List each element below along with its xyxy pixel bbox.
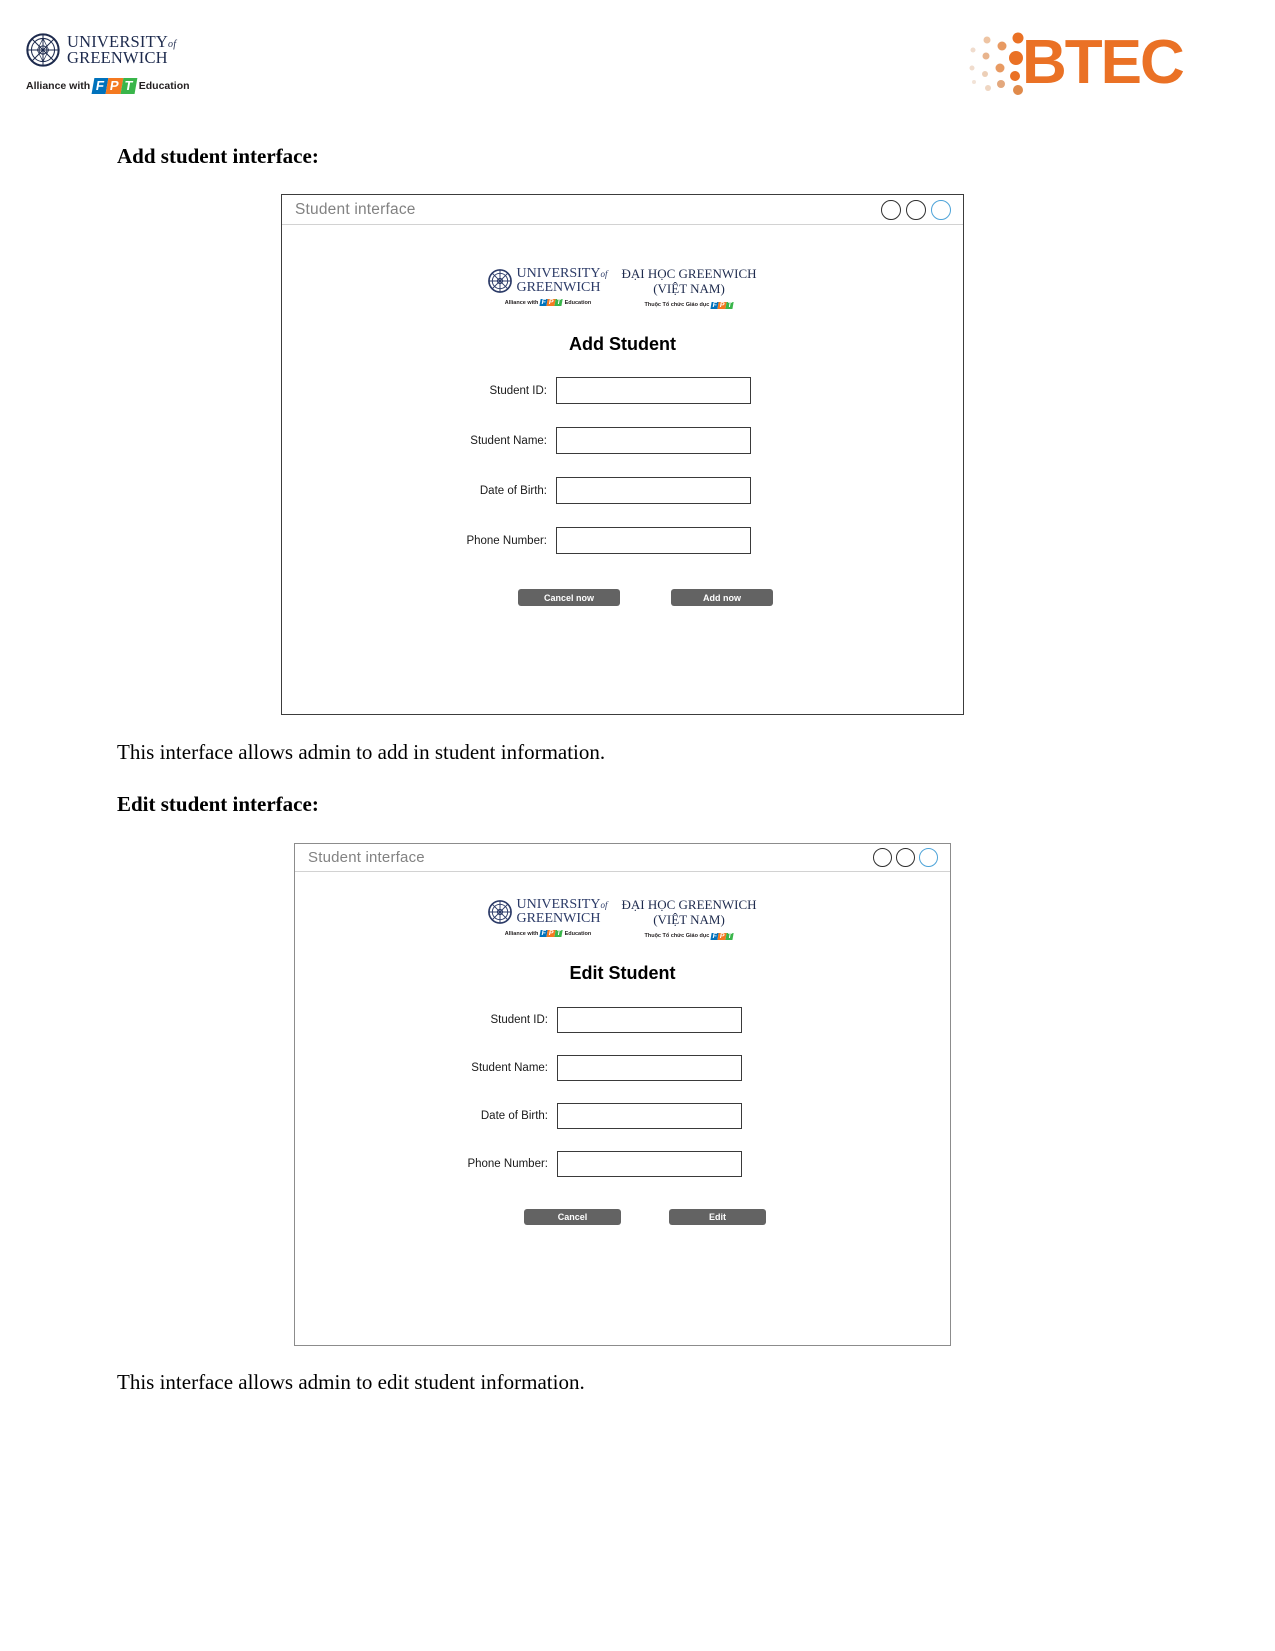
window-body: UNIVERSITYof GREENWICH Alliance with FPT…: [282, 225, 963, 714]
label-student-name: Student Name:: [470, 434, 547, 447]
label-phone-number: Phone Number:: [467, 1158, 548, 1171]
add-now-button[interactable]: Add now: [671, 589, 773, 607]
field-row-date-of-birth: Date of Birth:: [282, 477, 963, 505]
win-uog-line2: GREENWICH: [516, 280, 601, 295]
greenwich-vietnam-brand-header: UNIVERSITYof GREENWICH Alliance with FPT…: [282, 225, 963, 310]
fpt-t: T: [725, 932, 735, 941]
greenwich-vietnam-brand-header: UNIVERSITYof GREENWICH Alliance with FPT…: [295, 872, 950, 941]
label-date-of-birth: Date of Birth:: [480, 1110, 548, 1123]
greenwich-crest-icon: [488, 269, 513, 293]
vn-line2: (VIỆT NAM): [653, 911, 725, 927]
uog-alliance-sub: Alliance with FPT Education: [504, 930, 592, 938]
maximize-circle-icon[interactable]: [896, 848, 915, 867]
field-row-student-id: Student ID:: [282, 377, 963, 405]
uog-brand-block: UNIVERSITYof GREENWICH Alliance with FPT…: [488, 266, 608, 307]
win-alliance-prefix: Alliance with: [504, 299, 539, 306]
vietnam-brand-block: ĐẠI HỌC GREENWICH (VIỆT NAM) Thuộc Tổ ch…: [621, 897, 757, 941]
win-alliance-suffix: Education: [564, 930, 592, 937]
form-title: Add Student: [569, 334, 676, 355]
vn-sub: Thuộc Tổ chức Giáo dục FPT: [621, 932, 756, 941]
input-student-id[interactable]: [557, 1007, 742, 1034]
fpt-logo: FPT: [710, 932, 735, 941]
win-uog-of: of: [600, 269, 608, 279]
window-titlebar: Student interface: [295, 844, 950, 872]
label-student-id: Student ID:: [490, 1014, 548, 1027]
win-uog-line1: UNIVERSITY: [516, 897, 601, 912]
input-student-id[interactable]: [556, 377, 751, 405]
caption-edit-student: This interface allows admin to edit stud…: [117, 1370, 585, 1394]
vn-sub-text: Thuộc Tổ chức Giáo dục: [644, 302, 710, 309]
btec-wordmark: BTEC: [1022, 28, 1185, 97]
field-row-date-of-birth: Date of Birth:: [295, 1103, 950, 1130]
alliance-prefix: Alliance with: [26, 79, 91, 92]
form-actions: Cancel Edit: [295, 1209, 950, 1226]
win-alliance-suffix: Education: [564, 299, 592, 306]
vn-line1: ĐẠI HỌC GREENWICH: [621, 897, 757, 912]
uog-line2: GREENWICH: [67, 48, 168, 67]
uog-of: of: [168, 38, 177, 50]
window-body: UNIVERSITYof GREENWICH Alliance with FPT…: [295, 872, 950, 1345]
uog-alliance-sub: Alliance with FPT Education: [504, 299, 592, 307]
university-of-greenwich-logo: UNIVERSITYof GREENWICH Alliance with FPT…: [26, 33, 226, 94]
page-title-edit-student-interface: Edit student interface:: [117, 792, 319, 816]
form-actions: Cancel now Add now: [282, 589, 963, 607]
label-student-name: Student Name:: [471, 1062, 548, 1075]
fpt-logo: FPT: [91, 78, 138, 94]
window-controls: [869, 848, 938, 867]
minimize-circle-icon[interactable]: [873, 848, 892, 867]
btec-logo: BTEC: [960, 24, 1220, 104]
form-title: Edit Student: [569, 963, 676, 984]
close-circle-icon[interactable]: [919, 848, 938, 867]
field-row-student-name: Student Name:: [282, 427, 963, 455]
input-date-of-birth[interactable]: [557, 1103, 742, 1130]
close-circle-icon[interactable]: [931, 199, 951, 220]
window-titlebar: Student interface: [282, 195, 963, 225]
fpt-t: T: [120, 78, 138, 94]
win-alliance-prefix: Alliance with: [504, 930, 539, 937]
input-date-of-birth[interactable]: [556, 477, 751, 505]
field-row-phone-number: Phone Number:: [295, 1151, 950, 1178]
win-uog-of: of: [600, 900, 608, 910]
field-row-phone-number: Phone Number:: [282, 527, 963, 555]
fpt-t: T: [725, 301, 735, 310]
add-student-window: Student interface UNIVERSITYof GREENWICH…: [281, 194, 964, 715]
label-student-id: Student ID:: [489, 384, 547, 397]
greenwich-crest-icon: [26, 33, 60, 67]
fpt-t: T: [554, 299, 564, 307]
field-row-student-id: Student ID:: [295, 1007, 950, 1034]
minimize-circle-icon[interactable]: [881, 199, 901, 220]
cancel-button[interactable]: Cancel: [524, 1209, 621, 1226]
label-date-of-birth: Date of Birth:: [479, 484, 547, 497]
fpt-logo: FPT: [710, 301, 735, 310]
input-student-name[interactable]: [556, 427, 751, 455]
input-phone-number[interactable]: [556, 527, 751, 555]
edit-button[interactable]: Edit: [669, 1209, 766, 1226]
input-phone-number[interactable]: [557, 1151, 742, 1178]
input-student-name[interactable]: [557, 1055, 742, 1082]
caption-add-student: This interface allows admin to add in st…: [117, 740, 606, 764]
cancel-now-button[interactable]: Cancel now: [518, 589, 620, 607]
vn-sub-text: Thuộc Tổ chức Giáo dục: [644, 933, 710, 940]
label-phone-number: Phone Number:: [466, 534, 547, 547]
window-title: Student interface: [295, 200, 416, 218]
vietnam-brand-block: ĐẠI HỌC GREENWICH (VIỆT NAM) Thuộc Tổ ch…: [621, 266, 757, 310]
vn-sub: Thuộc Tổ chức Giáo dục FPT: [621, 301, 756, 310]
alliance-suffix: Education: [138, 79, 190, 92]
win-uog-line2: GREENWICH: [516, 911, 601, 926]
greenwich-crest-icon: [488, 900, 513, 924]
edit-student-window: Student interface UNIVERSITYof GREENWICH…: [294, 843, 951, 1346]
window-controls: [876, 199, 951, 220]
fpt-logo: FPT: [539, 299, 564, 307]
maximize-circle-icon[interactable]: [906, 199, 926, 220]
fpt-t: T: [554, 930, 564, 938]
page-title-add-student-interface: Add student interface:: [117, 144, 319, 168]
fpt-logo: FPT: [539, 930, 564, 938]
uog-brand-block: UNIVERSITYof GREENWICH Alliance with FPT…: [488, 897, 608, 938]
win-uog-line1: UNIVERSITY: [516, 266, 601, 281]
vn-line1: ĐẠI HỌC GREENWICH: [621, 266, 757, 281]
field-row-student-name: Student Name:: [295, 1055, 950, 1082]
window-title: Student interface: [308, 849, 425, 866]
vn-line2: (VIỆT NAM): [653, 280, 725, 296]
page-header: UNIVERSITYof GREENWICH Alliance with FPT…: [0, 0, 1275, 130]
